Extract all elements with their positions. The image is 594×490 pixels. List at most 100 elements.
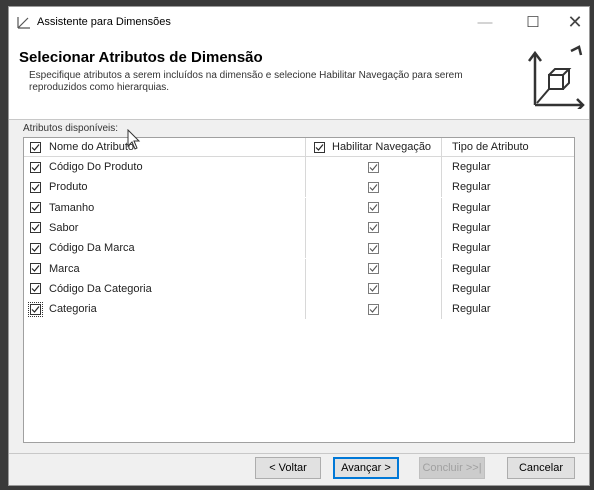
attribute-name: Sabor (49, 221, 79, 234)
checkmark-icon (369, 285, 378, 293)
enable-navigation-checkbox[interactable] (368, 283, 379, 295)
include-attribute-checkbox[interactable] (30, 161, 41, 173)
select-all-navigation-checkbox[interactable] (314, 141, 325, 153)
attribute-name: Categoria (49, 303, 97, 316)
attribute-name-cell: Produto (24, 177, 306, 198)
checkmark-icon (369, 224, 378, 232)
checkmark-icon (31, 305, 40, 313)
window-title: Assistente para Dimensões (37, 16, 171, 28)
table-row[interactable]: Produto Regular (24, 177, 574, 198)
include-attribute-checkbox[interactable] (30, 202, 41, 214)
attribute-type: Regular (452, 181, 491, 194)
wizard-app-icon (17, 17, 30, 29)
navigation-cell (306, 157, 442, 177)
checkmark-icon (31, 163, 40, 171)
footer-divider (9, 453, 589, 454)
enable-navigation-checkbox[interactable] (368, 242, 379, 254)
attributes-grid[interactable]: Nome do Atributo Habilitar Navegação Tip… (23, 137, 575, 443)
column-header-name: Nome do Atributo (24, 138, 306, 156)
back-button[interactable]: < Voltar (255, 457, 321, 479)
table-row[interactable]: Código Da Categoria Regular (24, 278, 574, 299)
navigation-cell (306, 299, 442, 320)
select-all-attributes-checkbox[interactable] (30, 141, 41, 153)
navigation-cell (306, 177, 442, 198)
attribute-name-cell: Código Do Produto (24, 157, 306, 177)
attribute-type-cell[interactable]: Regular (442, 218, 574, 238)
attribute-name-cell: Marca (24, 258, 306, 279)
attribute-type-cell[interactable]: Regular (442, 238, 574, 258)
attribute-type: Regular (452, 262, 491, 275)
table-row[interactable]: Sabor Regular (24, 217, 574, 238)
checkmark-icon (369, 244, 378, 252)
table-row[interactable]: Tamanho Regular (24, 197, 574, 218)
enable-navigation-checkbox[interactable] (368, 181, 379, 193)
column-header-navigation-label: Habilitar Navegação (332, 141, 432, 153)
table-row[interactable]: Categoria Regular (24, 299, 574, 320)
attribute-type: Regular (452, 221, 491, 234)
checkmark-icon (31, 143, 40, 151)
column-header-type-label: Tipo de Atributo (452, 141, 529, 153)
dimension-wizard-window: Assistente para Dimensões — ☐ ✕ Selecion… (8, 6, 590, 486)
checkmark-icon (31, 244, 40, 252)
include-attribute-checkbox[interactable] (30, 181, 41, 193)
attribute-type-cell[interactable]: Regular (442, 259, 574, 279)
table-row[interactable]: Código Da Marca Regular (24, 238, 574, 259)
enable-navigation-checkbox[interactable] (368, 263, 379, 274)
attribute-name-cell: Categoria (24, 299, 306, 320)
attribute-type-cell[interactable]: Regular (442, 279, 574, 299)
navigation-cell (306, 238, 442, 259)
checkmark-icon (369, 305, 378, 313)
attribute-name-cell: Sabor (24, 217, 306, 238)
checkmark-icon (31, 285, 40, 293)
attribute-type: Regular (452, 242, 491, 255)
page-title: Selecionar Atributos de Dimensão (19, 49, 263, 66)
enable-navigation-checkbox[interactable] (368, 222, 379, 234)
navigation-cell (306, 197, 442, 218)
attribute-name-cell: Código Da Marca (24, 238, 306, 259)
attribute-name: Tamanho (49, 201, 95, 214)
column-header-name-label: Nome do Atributo (49, 141, 134, 153)
attribute-type-cell[interactable]: Regular (442, 157, 574, 177)
next-button[interactable]: Avançar > (333, 457, 399, 479)
attribute-type: Regular (452, 303, 491, 316)
attribute-type-cell[interactable]: Regular (442, 177, 574, 197)
checkmark-icon (31, 265, 40, 272)
column-header-navigation: Habilitar Navegação (306, 138, 442, 156)
attribute-name: Código Da Categoria (49, 282, 152, 295)
cancel-button[interactable]: Cancelar (507, 457, 575, 479)
title-bar[interactable]: Assistente para Dimensões — ☐ ✕ (9, 7, 589, 37)
include-attribute-checkbox[interactable] (28, 301, 43, 317)
attribute-type-cell[interactable]: Regular (442, 198, 574, 218)
navigation-cell (306, 217, 442, 238)
finish-button[interactable]: Concluir >>| (419, 457, 485, 479)
checkmark-icon (369, 204, 378, 211)
close-button[interactable]: ✕ (555, 7, 594, 37)
include-attribute-checkbox[interactable] (30, 222, 41, 234)
table-row[interactable]: Código Do Produto Regular (24, 157, 574, 177)
enable-navigation-checkbox[interactable] (368, 161, 379, 173)
attribute-name-cell: Tamanho (24, 197, 306, 218)
enable-navigation-checkbox[interactable] (368, 303, 379, 315)
checkmark-icon (369, 163, 378, 171)
include-attribute-checkbox[interactable] (30, 242, 41, 254)
attribute-type: Regular (452, 282, 491, 295)
enable-navigation-checkbox[interactable] (368, 202, 379, 214)
mouse-cursor-icon (127, 129, 141, 150)
grid-header-row: Nome do Atributo Habilitar Navegação Tip… (24, 138, 574, 157)
page-description: Especifique atributos a serem incluídos … (29, 70, 463, 93)
checkmark-icon (31, 224, 40, 232)
attribute-name: Código Da Marca (49, 242, 135, 255)
include-attribute-checkbox[interactable] (30, 283, 41, 295)
column-header-type: Tipo de Atributo (442, 138, 574, 156)
attribute-type-cell[interactable]: Regular (442, 299, 574, 319)
attribute-type: Regular (452, 201, 491, 214)
minimize-button[interactable]: — (465, 7, 505, 37)
attribute-type: Regular (452, 161, 491, 173)
attribute-name: Produto (49, 181, 88, 194)
checkmark-icon (369, 265, 378, 272)
include-attribute-checkbox[interactable] (30, 263, 41, 274)
table-row[interactable]: Marca Regular (24, 258, 574, 279)
attribute-name: Marca (49, 262, 80, 275)
attribute-name-cell: Código Da Categoria (24, 278, 306, 299)
maximize-button[interactable]: ☐ (513, 7, 553, 37)
